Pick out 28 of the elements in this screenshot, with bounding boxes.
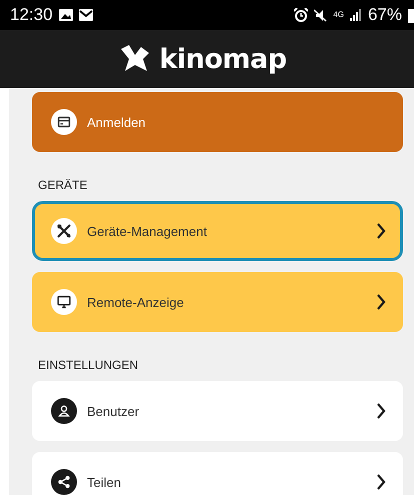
menu-label: Benutzer [87,404,140,418]
network-type: 4G [333,11,344,19]
card-icon [51,109,77,135]
alarm-icon [294,8,308,22]
menu-label: Teilen [87,474,122,490]
monitor-icon [51,289,77,315]
mute-icon [314,8,328,22]
menu-item[interactable]: Teilen [32,452,403,495]
battery-icon [408,7,414,23]
mail-icon [78,9,93,21]
menu-label: Anmelden [87,114,147,130]
menu-item[interactable]: Remote-Anzeige [32,272,403,332]
menu-item[interactable]: Anmelden [32,92,403,152]
clock: 12:30 [10,5,53,25]
menu-label: Geräte-Management [87,224,208,238]
menu-item[interactable]: Geräte-Management [32,201,403,261]
section-heading: EINSTELLUNGEN [38,358,140,372]
tools-icon [51,218,77,244]
section-heading: GERÄTE [38,178,88,192]
battery-level: 67% [368,5,402,25]
menu-item[interactable]: Benutzer [32,381,403,441]
bird-logo-icon [119,45,152,73]
menu-label: Remote-Anzeige [87,294,185,310]
logo-text: kinomap [159,44,287,74]
image-icon [58,9,73,21]
signal-icon [350,9,362,21]
user-icon [51,398,77,424]
share-icon [51,469,77,495]
